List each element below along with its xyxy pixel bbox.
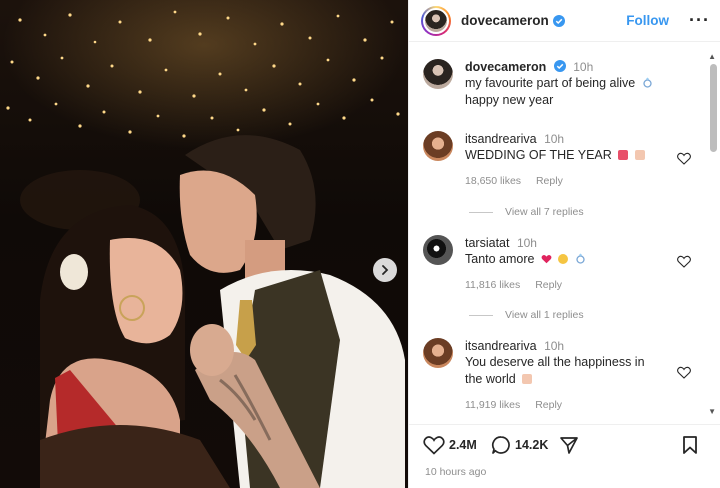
comment-row: itsandreariva 10h WEDDING OF THE YEAR 18… — [423, 131, 685, 187]
heart-icon[interactable] — [423, 435, 445, 455]
post-actions-bar: 2.4M 14.2K 10 hours ago — [409, 424, 720, 488]
comments-scroll-area[interactable]: dovecameron 10h my favourite part of bei… — [409, 43, 720, 423]
share-paper-plane-icon[interactable] — [559, 435, 579, 455]
couple-photo — [20, 135, 405, 488]
party-emoji-icon — [618, 150, 629, 160]
share-action[interactable] — [559, 435, 583, 455]
commenter-avatar[interactable] — [423, 338, 453, 368]
follow-button[interactable]: Follow — [626, 13, 669, 28]
comment-time: 10h — [544, 132, 565, 146]
likes-count[interactable]: 2.4M — [449, 438, 477, 452]
commenter-username[interactable]: itsandreariva — [465, 339, 537, 353]
comment-likes[interactable]: 18,650 likes — [465, 175, 521, 187]
replies-divider — [469, 211, 493, 213]
author-avatar[interactable] — [421, 5, 451, 36]
heart-emoji-icon — [541, 254, 552, 264]
next-photo-button[interactable] — [373, 258, 397, 282]
comment-likes[interactable]: 11,919 likes — [465, 399, 520, 411]
comments-count[interactable]: 14.2K — [515, 438, 548, 452]
comment-time: 10h — [544, 339, 565, 353]
cake-emoji-icon — [634, 150, 645, 160]
save-action[interactable] — [681, 435, 703, 455]
author-username[interactable]: dovecameron — [461, 13, 549, 28]
like-action[interactable]: 2.4M — [423, 435, 477, 455]
caption-username[interactable]: dovecameron — [465, 60, 546, 74]
comment-row: tarsiatat 10h Tanto amore 11,816 likes R… — [423, 235, 685, 291]
scrollbar-thumb[interactable] — [710, 64, 717, 152]
comment-time: 10h — [516, 236, 537, 250]
commenter-username[interactable]: itsandreariva — [465, 132, 537, 146]
post-side-panel: dovecameron Follow ··· dovecameron 10h m… — [408, 0, 720, 488]
post-photo — [0, 0, 408, 488]
caption-text-line1: my favourite part of being alive — [465, 76, 636, 90]
reply-button[interactable]: Reply — [535, 399, 562, 411]
caption-avatar[interactable] — [423, 59, 453, 89]
view-replies-button[interactable]: View all 7 replies — [469, 206, 584, 218]
caption-row: dovecameron 10h my favourite part of bei… — [423, 59, 685, 109]
cake-emoji-icon — [522, 374, 533, 384]
reply-button[interactable]: Reply — [536, 175, 563, 187]
view-replies-label: View all 1 replies — [505, 309, 584, 321]
comment-text-line1: You deserve all the happiness in — [465, 355, 645, 369]
commenter-avatar[interactable] — [423, 235, 453, 265]
scroll-up-arrow-icon[interactable]: ▲ — [708, 52, 716, 61]
caption-text-line2: happy new year — [465, 93, 554, 107]
chevron-right-icon — [382, 265, 389, 275]
like-comment-heart-icon[interactable] — [677, 366, 691, 379]
sparkles-emoji-icon — [558, 254, 569, 264]
comment-text: Tanto amore — [465, 252, 535, 266]
comment-text-line2: the world — [465, 372, 516, 386]
post-header: dovecameron Follow ··· — [409, 0, 720, 42]
replies-divider — [469, 314, 493, 316]
view-replies-button[interactable]: View all 1 replies — [469, 309, 584, 321]
comment-likes[interactable]: 11,816 likes — [465, 279, 520, 291]
bookmark-icon[interactable] — [681, 435, 699, 455]
like-comment-heart-icon[interactable] — [677, 152, 691, 165]
comment-action[interactable]: 14.2K — [491, 435, 548, 455]
like-comment-heart-icon[interactable] — [677, 255, 691, 268]
comment-bubble-icon[interactable] — [491, 435, 511, 455]
caption-time: 10h — [573, 60, 594, 74]
commenter-username[interactable]: tarsiatat — [465, 236, 509, 250]
ring-emoji-icon — [576, 253, 585, 264]
ring-emoji-icon — [643, 77, 652, 88]
verified-badge-icon — [552, 14, 565, 27]
scroll-down-arrow-icon[interactable]: ▼ — [708, 407, 716, 416]
posted-time: 10 hours ago — [425, 466, 487, 478]
comment-row: itsandreariva 10h You deserve all the ha… — [423, 338, 685, 411]
verified-badge-icon — [553, 60, 566, 72]
view-replies-label: View all 7 replies — [505, 206, 584, 218]
reply-button[interactable]: Reply — [535, 279, 562, 291]
commenter-avatar[interactable] — [423, 131, 453, 161]
more-options-icon[interactable]: ··· — [689, 10, 710, 31]
comment-text: WEDDING OF THE YEAR — [465, 148, 612, 162]
